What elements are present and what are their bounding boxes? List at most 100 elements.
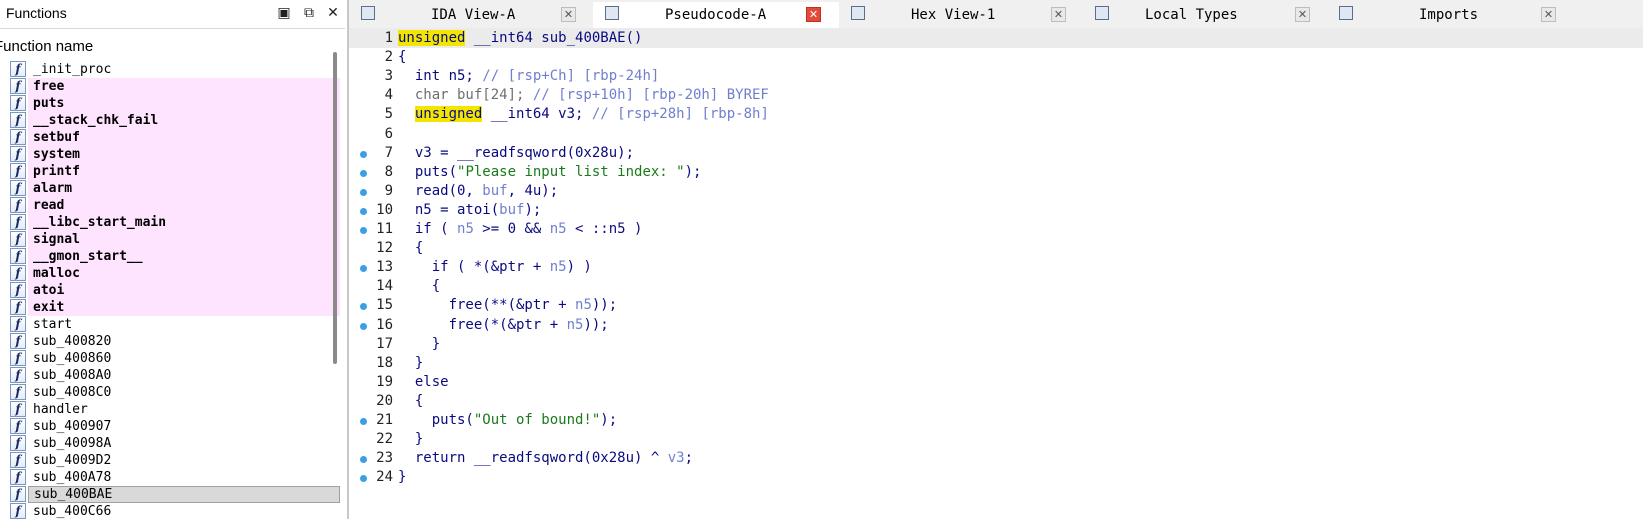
function-list-item[interactable]: f sub_400907 — [8, 418, 340, 435]
function-list-item[interactable]: f start — [8, 316, 340, 333]
code-line[interactable]: 2{ — [349, 48, 1643, 67]
code-line[interactable]: 24} — [349, 468, 1643, 487]
code-line[interactable]: 20 { — [349, 392, 1643, 411]
functions-panel-title: Functions — [6, 5, 67, 21]
code-line[interactable]: 4 char buf[24]; // [rsp+10h] [rbp-20h] B… — [349, 86, 1643, 105]
tab-close-icon[interactable]: ✕ — [806, 7, 821, 22]
code-line[interactable]: 13 if ( *(&ptr + n5) ) — [349, 258, 1643, 277]
function-list: f _init_proc f free f puts f __stack_chk_fail f s… — [8, 61, 340, 519]
function-list-item[interactable]: f sub_400C66 — [8, 503, 340, 519]
tab-close-icon[interactable]: ✕ — [1541, 7, 1556, 22]
function-list-item[interactable]: f sub_4008C0 — [8, 384, 340, 401]
functions-panel-header: Functions ▣ ⧉ ✕ — [0, 0, 345, 29]
close-icon[interactable]: ✕ — [325, 5, 341, 21]
code-text: { — [398, 239, 423, 258]
function-icon: f — [10, 350, 26, 366]
code-token: >= 0 && — [473, 221, 550, 237]
function-list-item[interactable]: f system — [8, 146, 340, 163]
code-token: , 4u); — [507, 182, 559, 199]
function-list-item[interactable]: f sub_4009D2 — [8, 452, 340, 469]
function-icon: f — [10, 333, 26, 349]
pseudocode-view[interactable]: 1 unsigned __int64 sub_400BAE() 2{3 int n5… — [349, 28, 1643, 519]
code-text: int n5; // [rsp+Ch] [rbp-24h] — [398, 67, 659, 86]
code-token: n5 — [566, 316, 584, 333]
function-list-item[interactable]: f __stack_chk_fail — [8, 112, 340, 129]
code-line[interactable]: 5 unsigned __int64 v3; // [rsp+28h] [rbp… — [349, 105, 1643, 124]
function-list-item[interactable]: f signal — [8, 231, 340, 248]
code-line[interactable]: 22 } — [349, 430, 1643, 449]
code-line[interactable]: 21 puts("Out of bound!"); — [349, 411, 1643, 430]
code-line[interactable]: 15 free(**(&ptr + n5)); — [349, 296, 1643, 315]
code-line[interactable]: 3 int n5; // [rsp+Ch] [rbp-24h] — [349, 67, 1643, 86]
function-list-item[interactable]: f sub_4008A0 — [8, 367, 340, 384]
code-token: v3 — [667, 450, 685, 467]
maximize-icon[interactable]: ▣ — [276, 5, 292, 21]
code-line[interactable]: 14 { — [349, 277, 1643, 296]
function-list-item[interactable]: f atoi — [8, 282, 340, 299]
code-line[interactable]: 16 free(*(&ptr + n5)); — [349, 316, 1643, 335]
code-line[interactable]: 23 return __readfsqword(0x28u) ^ v3; — [349, 449, 1643, 468]
tab-ida-view-a[interactable]: IDA View-A ✕ — [349, 2, 594, 28]
line-number: 3 — [384, 68, 393, 85]
function-list-item[interactable]: f read — [8, 197, 340, 214]
function-list-item[interactable]: f sub_40098A — [8, 435, 340, 452]
code-line[interactable]: 9 read(0, buf, 4u); — [349, 182, 1643, 201]
function-list-item[interactable]: f sub_400A78 — [8, 469, 340, 486]
hex-view-icon — [851, 6, 865, 20]
function-icon: f — [10, 367, 26, 383]
function-icon: f — [10, 231, 26, 247]
line-number: 6 — [384, 125, 393, 142]
tab-imports[interactable]: Imports ✕ — [1327, 2, 1643, 28]
code-token: { — [398, 49, 407, 66]
line-number: 12 — [376, 240, 393, 257]
function-list-item[interactable]: f free — [8, 78, 340, 95]
tab-label: Imports — [1419, 7, 1479, 23]
function-list-item[interactable]: f alarm — [8, 180, 340, 197]
line-number: 5 — [384, 106, 393, 123]
function-list-scrollbar[interactable] — [333, 52, 337, 364]
function-list-item[interactable]: f sub_400820 — [8, 333, 340, 350]
tab-pseudocode-a[interactable]: Pseudocode-A ✕ — [593, 2, 840, 28]
code-line[interactable]: 19 else — [349, 373, 1643, 392]
function-icon: f — [10, 95, 26, 111]
function-name: exit — [28, 299, 340, 316]
tab-close-icon[interactable]: ✕ — [1051, 7, 1066, 22]
code-line[interactable]: 17 } — [349, 335, 1643, 354]
function-icon: f — [10, 78, 26, 94]
function-list-item[interactable]: f puts — [8, 95, 340, 112]
code-token: n5 — [549, 259, 567, 276]
code-line[interactable]: 1 unsigned __int64 sub_400BAE() — [349, 29, 1643, 48]
tab-close-icon[interactable]: ✕ — [1295, 7, 1310, 22]
code-line[interactable]: 8 puts("Please input list index: "); — [349, 163, 1643, 182]
function-list-item[interactable]: f __gmon_start__ — [8, 248, 340, 265]
function-list-item[interactable]: f _init_proc — [8, 61, 340, 78]
function-list-item[interactable]: f sub_400BAE — [8, 486, 340, 503]
code-token: return __readfsqword(0x28u) ^ — [398, 450, 668, 467]
line-number: 20 — [376, 392, 393, 409]
code-token: )); — [583, 316, 609, 333]
code-text: return __readfsqword(0x28u) ^ v3; — [398, 449, 693, 468]
function-list-item[interactable]: f setbuf — [8, 129, 340, 146]
code-line[interactable]: 10 n5 = atoi(buf); — [349, 201, 1643, 220]
function-list-item[interactable]: f exit — [8, 299, 340, 316]
function-list-item[interactable]: f sub_400860 — [8, 350, 340, 367]
function-list-item[interactable]: f __libc_start_main — [8, 214, 340, 231]
code-line[interactable]: 12 { — [349, 239, 1643, 258]
code-token: ) ) — [566, 259, 592, 276]
function-list-item[interactable]: f malloc — [8, 265, 340, 282]
code-line[interactable]: 11 if ( n5 >= 0 && n5 < ::n5 ) — [349, 220, 1643, 239]
code-token: ); — [600, 412, 618, 428]
tab-close-icon[interactable]: ✕ — [561, 7, 576, 22]
function-name-column-header[interactable]: Function name — [0, 38, 93, 55]
code-line[interactable]: 18 } — [349, 354, 1643, 373]
restore-icon[interactable]: ⧉ — [301, 5, 317, 21]
function-list-item[interactable]: f handler — [8, 401, 340, 418]
function-list-item[interactable]: f printf — [8, 163, 340, 180]
code-line[interactable]: 7 v3 = __readfsqword(0x28u); — [349, 144, 1643, 163]
code-token: n5 — [549, 221, 567, 237]
tab-local-types[interactable]: Local Types ✕ — [1083, 2, 1328, 28]
tab-hex-view-1[interactable]: Hex View-1 ✕ — [839, 2, 1084, 28]
function-name: printf — [28, 163, 340, 180]
function-icon: f — [10, 61, 26, 77]
code-line[interactable]: 6 — [349, 125, 1643, 144]
